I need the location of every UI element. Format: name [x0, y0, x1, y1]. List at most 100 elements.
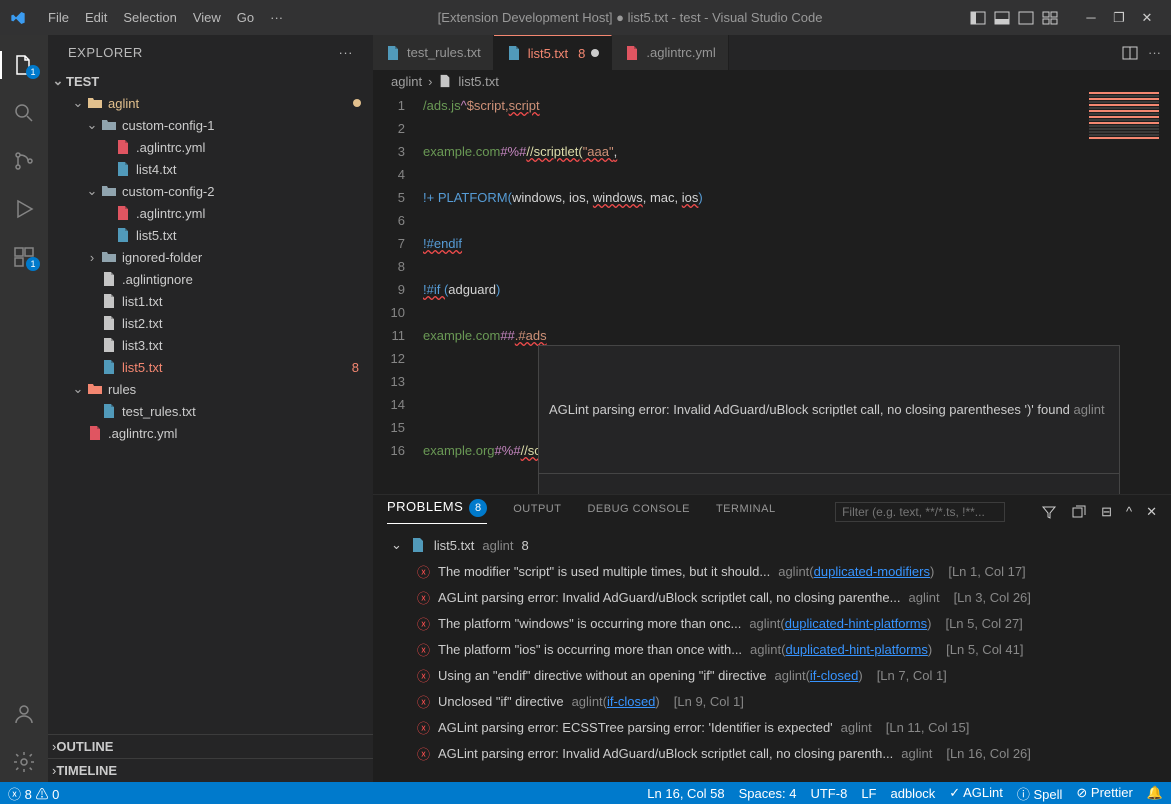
editor-tab[interactable]: test_rules.txt	[373, 35, 494, 70]
close-icon[interactable]: ✕	[1133, 10, 1161, 26]
tree-item[interactable]: list1.txt	[48, 290, 373, 312]
tree-item[interactable]: .aglintignore	[48, 268, 373, 290]
problem-row[interactable]: ⓧAGLint parsing error: Invalid AdGuard/u…	[373, 740, 1171, 766]
problem-row[interactable]: ⓧUnclosed "if" directive aglint(if-close…	[373, 688, 1171, 714]
explorer-icon[interactable]: 1	[0, 45, 48, 85]
collapse-all-icon[interactable]	[1071, 504, 1087, 520]
filter-icon[interactable]	[1041, 504, 1057, 520]
tree-item[interactable]: list4.txt	[48, 158, 373, 180]
rule-link[interactable]: duplicated-hint-platforms	[785, 642, 927, 657]
maximize-icon[interactable]: ❐	[1105, 10, 1133, 26]
rule-link[interactable]: duplicated-hint-platforms	[785, 616, 927, 631]
extensions-icon[interactable]: 1	[0, 237, 48, 277]
hover-tooltip: AGLint parsing error: Invalid AdGuard/uB…	[538, 345, 1120, 494]
tree-item[interactable]: list2.txt	[48, 312, 373, 334]
settings-gear-icon[interactable]	[0, 742, 48, 782]
tree-item[interactable]: test_rules.txt	[48, 400, 373, 422]
menu-view[interactable]: View	[185, 4, 229, 31]
menu-more[interactable]: ···	[262, 4, 291, 31]
split-editor-icon[interactable]	[1122, 45, 1138, 61]
tree-item[interactable]: .aglintrc.yml	[48, 202, 373, 224]
tab-problems[interactable]: PROBLEMS8	[387, 499, 487, 524]
tree-item[interactable]: ⌄custom-config-1	[48, 114, 373, 136]
line-gutter: 12345678910111213141516	[373, 92, 423, 494]
editor-tab[interactable]: list5.txt8	[494, 35, 613, 70]
file-icon	[114, 161, 132, 177]
status-encoding[interactable]: UTF-8	[810, 786, 847, 801]
chevron-icon: ⌄	[84, 183, 100, 199]
vscode-logo-icon	[10, 10, 26, 26]
tree-item[interactable]: list5.txt	[48, 224, 373, 246]
tab-terminal[interactable]: TERMINAL	[716, 503, 776, 521]
file-icon	[385, 45, 401, 61]
error-icon: ⓧ	[417, 744, 430, 763]
view-as-tree-icon[interactable]: ⊟	[1101, 504, 1112, 520]
tree-item[interactable]: .aglintrc.yml	[48, 136, 373, 158]
rule-link[interactable]: duplicated-modifiers	[814, 564, 930, 579]
menu-selection[interactable]: Selection	[115, 4, 184, 31]
tree-item[interactable]: ⌄custom-config-2	[48, 180, 373, 202]
explorer-more-icon[interactable]: ···	[339, 45, 354, 60]
panel-close-icon[interactable]: ✕	[1146, 504, 1157, 520]
problem-row[interactable]: ⓧAGLint parsing error: ECSSTree parsing …	[373, 714, 1171, 740]
status-cursor[interactable]: Ln 16, Col 58	[647, 786, 724, 801]
problem-row[interactable]: ⓧAGLint parsing error: Invalid AdGuard/u…	[373, 584, 1171, 610]
explorer-badge: 1	[26, 65, 40, 79]
problem-row[interactable]: ⓧThe platform "ios" is occurring more th…	[373, 636, 1171, 662]
tab-actions: ···	[1112, 35, 1171, 70]
status-aglint[interactable]: ✓ AGLint	[949, 785, 1003, 801]
tab-output[interactable]: OUTPUT	[513, 503, 561, 521]
status-bell-icon[interactable]: 🔔	[1147, 785, 1163, 801]
toggle-primary-sidebar-icon[interactable]	[969, 9, 987, 27]
rule-link[interactable]: if-closed	[810, 668, 858, 683]
status-language[interactable]: adblock	[890, 786, 935, 801]
panel-maximize-icon[interactable]: ^	[1126, 504, 1132, 520]
breadcrumb[interactable]: aglint› list5.txt	[373, 70, 1171, 92]
problems-list: ⌄ list5.txt aglint 8 ⓧThe modifier "scri…	[373, 528, 1171, 782]
outline-section[interactable]: ›OUTLINE	[48, 734, 373, 758]
toggle-panel-icon[interactable]	[993, 9, 1011, 27]
source-control-icon[interactable]	[0, 141, 48, 181]
search-icon[interactable]	[0, 93, 48, 133]
status-eol[interactable]: LF	[861, 786, 876, 801]
editor-tab[interactable]: .aglintrc.yml	[612, 35, 728, 70]
tree-item[interactable]: ⌄aglint	[48, 92, 373, 114]
tree-root[interactable]: ⌄ TEST	[48, 70, 373, 92]
error-icon: ⓧ	[417, 588, 430, 607]
minimize-icon[interactable]: ─	[1077, 10, 1105, 25]
sidebar: EXPLORER ··· ⌄ TEST ⌄aglint⌄custom-confi…	[48, 35, 373, 782]
code-editor[interactable]: 12345678910111213141516 /ads.js^$script,…	[373, 92, 1171, 494]
toggle-secondary-sidebar-icon[interactable]	[1017, 9, 1035, 27]
customize-layout-icon[interactable]	[1041, 9, 1059, 27]
file-icon	[410, 537, 426, 553]
tree-item[interactable]: .aglintrc.yml	[48, 422, 373, 444]
tree-item[interactable]: list5.txt8	[48, 356, 373, 378]
rule-link[interactable]: if-closed	[607, 694, 655, 709]
tree-item[interactable]: ⌄rules	[48, 378, 373, 400]
tab-more-icon[interactable]: ···	[1148, 45, 1161, 60]
tab-debug-console[interactable]: DEBUG CONSOLE	[587, 503, 689, 521]
status-errors[interactable]: ⓧ 8 ⚠ 0	[8, 784, 59, 803]
status-indent[interactable]: Spaces: 4	[739, 786, 797, 801]
problem-file-row[interactable]: ⌄ list5.txt aglint 8	[373, 532, 1171, 558]
problem-row[interactable]: ⓧThe platform "windows" is occurring mor…	[373, 610, 1171, 636]
problems-filter[interactable]	[835, 502, 1005, 522]
problem-row[interactable]: ⓧThe modifier "script" is used multiple …	[373, 558, 1171, 584]
accounts-icon[interactable]	[0, 694, 48, 734]
menu-go[interactable]: Go	[229, 4, 262, 31]
file-icon	[506, 45, 522, 61]
problem-row[interactable]: ⓧUsing an "endif" directive without an o…	[373, 662, 1171, 688]
error-icon: ⓧ	[417, 614, 430, 633]
code-lines[interactable]: /ads.js^$script,script example.com#%#//s…	[423, 92, 1171, 494]
file-icon	[114, 139, 132, 155]
status-prettier[interactable]: ⊘ Prettier	[1076, 785, 1132, 801]
menu-edit[interactable]: Edit	[77, 4, 115, 31]
status-spell[interactable]: ⓘ Spell	[1017, 784, 1063, 803]
timeline-section[interactable]: ›TIMELINE	[48, 758, 373, 782]
minimap[interactable]	[1089, 92, 1159, 192]
tree-item[interactable]: ›ignored-folder	[48, 246, 373, 268]
tree-item[interactable]: list3.txt	[48, 334, 373, 356]
run-debug-icon[interactable]	[0, 189, 48, 229]
menu-bar: File Edit Selection View Go ···	[40, 4, 291, 31]
menu-file[interactable]: File	[40, 4, 77, 31]
